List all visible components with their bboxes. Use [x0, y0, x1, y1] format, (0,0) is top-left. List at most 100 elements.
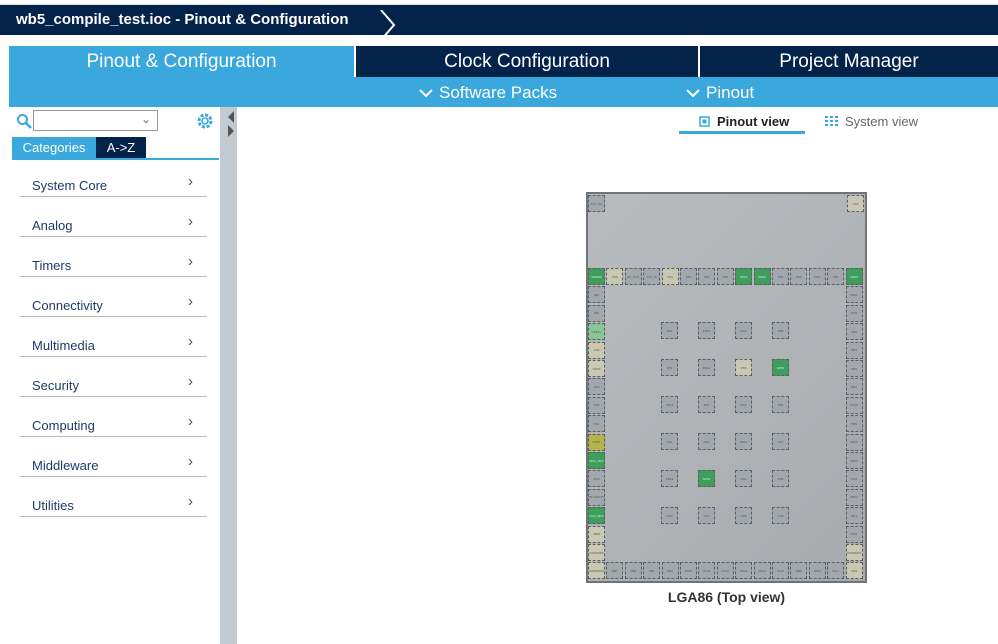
pin[interactable]: VSS — [588, 341, 605, 359]
sidebar-item[interactable]: Multimedia › — [19, 331, 207, 357]
pin[interactable]: GPIO — [845, 268, 863, 285]
pin[interactable]: PA14 — [753, 562, 771, 580]
pin[interactable]: PC0 — [588, 378, 605, 396]
search-combo-input[interactable]: ⌄ — [33, 110, 158, 131]
pin[interactable]: VDDA — [588, 360, 605, 377]
chevron-down-icon[interactable]: ⌄ — [141, 112, 151, 126]
pin[interactable]: GPIO — [753, 268, 771, 285]
pin[interactable]: PB10 — [845, 452, 863, 469]
pin[interactable]: VDDSMPS — [588, 562, 605, 580]
pin[interactable]: PA10 — [772, 562, 789, 580]
pin[interactable]: PE1 — [661, 433, 678, 450]
sidebar-item[interactable]: System Core › — [19, 171, 207, 197]
pin[interactable]: PC6 — [735, 322, 752, 339]
collapse-expand-icon[interactable] — [220, 107, 237, 147]
pin[interactable]: PB7 — [606, 562, 624, 580]
pin[interactable]: GPIO — [698, 470, 715, 487]
pin[interactable]: PB11 — [845, 286, 863, 304]
pin[interactable]: PD15 — [698, 322, 715, 339]
pin[interactable]: PC8 — [772, 507, 789, 524]
pin[interactable]: PA4 — [680, 268, 697, 285]
pin[interactable]: PD7 — [698, 507, 715, 524]
pin[interactable]: PD14 — [661, 396, 678, 413]
pin[interactable]: VSSSMPS — [588, 544, 605, 561]
pin[interactable]: PD4 — [735, 470, 752, 487]
pin[interactable]: PA11 — [827, 562, 845, 580]
pin[interactable]: PD5 — [772, 470, 789, 487]
pinout-menu[interactable]: Pinout — [686, 83, 754, 103]
pin[interactable]: PB13 — [845, 488, 863, 506]
tab-pinout-configuration[interactable]: Pinout & Configuration — [9, 46, 354, 77]
pin[interactable]: GPIO — [735, 268, 753, 285]
pin[interactable]: PD11 — [735, 433, 752, 450]
system-view-tab[interactable]: System view — [825, 114, 918, 129]
pin[interactable]: PA4 — [716, 268, 734, 285]
gear-icon[interactable] — [195, 111, 215, 131]
sidebar-item[interactable]: Security › — [19, 371, 207, 397]
pin[interactable]: VSSSMPS — [845, 544, 863, 561]
pin[interactable]: PB6 — [845, 415, 863, 433]
pin[interactable]: PA1 — [588, 286, 605, 304]
pin[interactable]: PC11 — [698, 562, 716, 580]
pin[interactable]: VSS — [845, 562, 863, 580]
pin[interactable]: VSS — [735, 359, 752, 376]
pin[interactable]: PB3 — [661, 562, 679, 580]
tab-categories[interactable]: Categories — [12, 137, 96, 158]
pin[interactable]: ANT_NC — [588, 195, 605, 212]
pin[interactable]: PD1 — [845, 507, 863, 525]
pin[interactable]: NRST — [588, 433, 605, 451]
pin[interactable]: PD12 — [661, 470, 678, 487]
pin[interactable]: PC3 — [588, 470, 605, 488]
pin[interactable]: PD8 — [735, 507, 752, 524]
sidebar-item[interactable]: Timers › — [19, 251, 207, 277]
pin[interactable]: PB3 — [772, 396, 789, 413]
pin[interactable]: PC5 — [845, 470, 863, 488]
pin[interactable]: PB4 — [624, 562, 642, 580]
pin[interactable]: VBAT — [588, 525, 605, 543]
pin[interactable]: PC1 — [588, 415, 605, 433]
pin[interactable]: PB15 — [845, 433, 863, 451]
pin[interactable]: PB4 — [643, 562, 661, 580]
pin[interactable]: PC10 — [845, 396, 863, 414]
pin[interactable]: PB2 — [845, 360, 863, 377]
pin[interactable]: PA6 — [661, 322, 678, 339]
pin[interactable]: VSS — [606, 268, 624, 285]
pin[interactable]: PB9 — [790, 562, 808, 580]
pin[interactable]: PB8 — [772, 322, 789, 339]
sidebar-splitter[interactable] — [220, 107, 237, 644]
pin[interactable]: PC12 — [716, 562, 734, 580]
pin[interactable]: PB1 — [845, 341, 863, 359]
pin[interactable]: VDDRF — [588, 268, 605, 285]
pin[interactable]: VSS — [661, 268, 679, 285]
software-packs-menu[interactable]: Software Packs — [419, 83, 557, 103]
pin[interactable]: ANT_IN — [643, 268, 661, 285]
pin[interactable]: PD13 — [698, 359, 715, 376]
pin[interactable]: PA8 — [772, 268, 789, 285]
pin[interactable]: I2C1_SDA — [588, 507, 605, 525]
sidebar-item[interactable]: Middleware › — [19, 451, 207, 477]
pin[interactable]: PC9 — [735, 396, 752, 413]
pin[interactable]: PB2 — [827, 268, 845, 285]
pin[interactable]: PC2 — [588, 396, 605, 414]
pin[interactable]: GPIO — [772, 359, 789, 376]
tab-clock-configuration[interactable]: Clock Configuration — [354, 46, 698, 77]
pin[interactable]: PC7 — [772, 433, 789, 450]
tab-a-z[interactable]: A->Z — [96, 137, 146, 158]
tab-project-manager[interactable]: Project Manager — [698, 46, 998, 77]
pin[interactable]: PA3 — [698, 396, 715, 413]
pin[interactable]: PA13 — [735, 562, 753, 580]
pinout-view-tab[interactable]: Pinout view — [698, 114, 789, 129]
pin[interactable]: PE4 — [845, 378, 863, 396]
breadcrumb-title[interactable]: wb5_compile_test.ioc - Pinout & Configur… — [16, 11, 349, 28]
pin[interactable]: PA9 — [790, 268, 808, 285]
pin[interactable]: PA4 — [698, 268, 716, 285]
sidebar-item[interactable]: Analog › — [19, 211, 207, 237]
pin[interactable]: I2C1_SCL — [588, 452, 605, 469]
pin[interactable]: PH3-BOOT0 — [588, 488, 605, 506]
pin[interactable]: VREF+ — [588, 323, 605, 341]
pin[interactable]: PA15 — [680, 562, 697, 580]
pin[interactable]: RF_OUT — [624, 268, 642, 285]
sidebar-item[interactable]: Connectivity › — [19, 291, 207, 317]
search-icon[interactable] — [16, 113, 32, 129]
pin[interactable]: PC0 — [845, 304, 863, 322]
